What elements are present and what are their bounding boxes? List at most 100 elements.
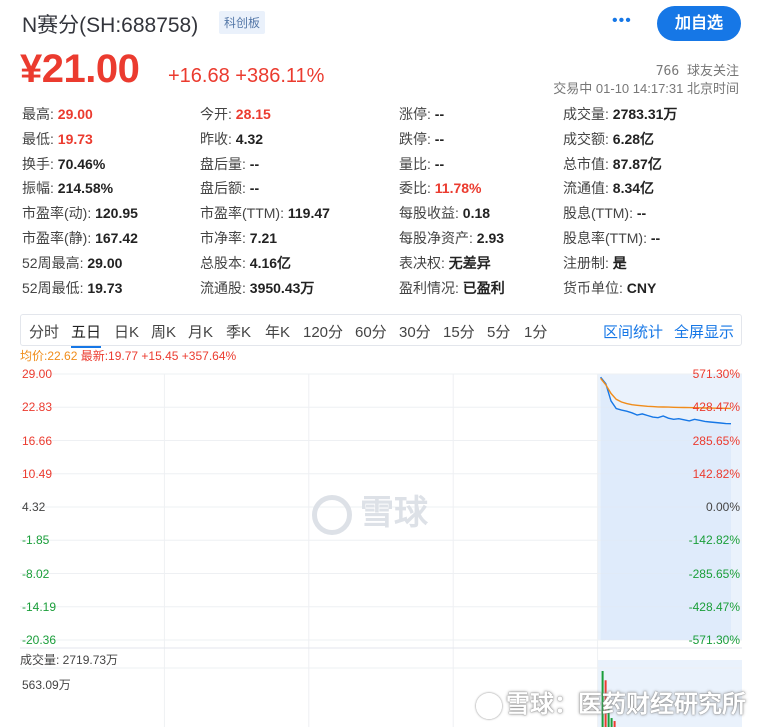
y-tick-right: -142.82% xyxy=(688,533,740,548)
quote-grid: 最高: 29.00 今开: 28.15 涨停: -- 成交量: 2783.31万 最低:… xyxy=(22,104,752,302)
quote-value: 19.73 xyxy=(83,279,123,296)
quote-row: 52周最高: 29.00 总股本: 4.16亿 表决权: 无差异 注册制: 是 xyxy=(22,253,752,278)
trade-status: 交易中 01-10 14:17:31 北京时间 xyxy=(553,81,739,96)
quote-label: 52周最高: xyxy=(22,254,84,271)
period-tab[interactable]: 120分 xyxy=(303,321,343,342)
y-tick-right: 428.47% xyxy=(692,400,740,415)
quote-label: 今开: xyxy=(200,106,232,122)
quote-cell: 表决权: 无差异 xyxy=(399,253,491,273)
fullscreen-link[interactable]: 全屏显示 xyxy=(674,321,734,342)
quote-cell: 换手: 70.46% xyxy=(22,154,105,174)
quote-value: 8.34亿 xyxy=(608,180,655,197)
quote-label: 盘后额: xyxy=(200,180,246,197)
y-tick-left: 4.32 xyxy=(22,500,46,514)
quote-value: 120.95 xyxy=(91,205,138,222)
stock-name: N赛分(SH:688758) xyxy=(22,14,199,37)
period-tab[interactable]: 分时 xyxy=(29,321,59,342)
followers-count[interactable]: 766 球友关注 xyxy=(656,60,739,79)
quote-label: 振幅: xyxy=(22,180,54,197)
y-tick-right: 0.00% xyxy=(705,500,740,514)
quote-value: 4.32 xyxy=(231,130,264,147)
quote-cell: 每股收益: 0.18 xyxy=(399,203,490,223)
quote-label: 盈利情况: xyxy=(399,279,459,296)
quote-cell: 量比: -- xyxy=(399,154,444,174)
stock-header: N赛分(SH:688758) 科创板 ••• 加自选 xyxy=(0,0,774,46)
quote-value: 2.93 xyxy=(472,229,505,246)
quote-value: 29.00 xyxy=(83,254,123,271)
market-badge[interactable]: 科创板 xyxy=(219,11,266,34)
quote-label: 股息率(TTM): xyxy=(563,229,647,246)
quote-value: -- xyxy=(632,205,647,222)
y-tick-right: -571.30% xyxy=(688,633,740,647)
y-tick-left: 22.83 xyxy=(22,400,53,415)
quote-cell: 总市值: 87.87亿 xyxy=(563,154,662,174)
quote-label: 最高: xyxy=(22,106,54,122)
quote-cell: 盘后额: -- xyxy=(200,178,259,198)
quote-label: 流通值: xyxy=(563,180,609,197)
quote-row: 最低: 19.73 昨收: 4.32 跌停: -- 成交额: 6.28亿 xyxy=(22,129,752,154)
period-tab[interactable]: 30分 xyxy=(399,321,431,342)
chart-canvas[interactable] xyxy=(0,360,774,727)
quote-cell: 最低: 19.73 xyxy=(22,129,93,149)
range-stats-link[interactable]: 区间统计 xyxy=(603,321,663,342)
quote-cell: 52周最低: 19.73 xyxy=(22,278,122,298)
quote-value: 0.18 xyxy=(458,205,491,222)
more-dots-icon[interactable]: ••• xyxy=(612,12,632,30)
period-tab[interactable]: 周K xyxy=(151,321,176,342)
volume-max-tick: 563.09万 xyxy=(22,678,71,692)
y-tick-right: 285.65% xyxy=(692,433,740,448)
period-tab[interactable]: 季K xyxy=(226,321,251,342)
y-tick-left: 16.66 xyxy=(22,433,53,448)
quote-label: 市盈率(TTM): xyxy=(200,205,284,222)
quote-cell: 货币单位: CNY xyxy=(563,278,656,298)
period-tab[interactable]: 60分 xyxy=(355,321,387,342)
period-tab[interactable]: 日K xyxy=(114,321,139,342)
period-tab[interactable]: 15分 xyxy=(443,321,475,342)
quote-cell: 跌停: -- xyxy=(399,129,444,149)
quote-label: 总市值: xyxy=(563,155,609,172)
y-tick-right: 142.82% xyxy=(692,466,740,481)
y-tick-left: -14.19 xyxy=(22,599,57,614)
quote-row: 最高: 29.00 今开: 28.15 涨停: -- 成交量: 2783.31万 xyxy=(22,104,752,129)
quote-label: 跌停: xyxy=(399,130,431,147)
quote-label: 盘后量: xyxy=(200,155,246,172)
volume-bar xyxy=(610,718,613,727)
y-tick-right: -428.47% xyxy=(688,599,740,614)
quote-cell: 今开: 28.15 xyxy=(200,104,271,124)
quote-value: -- xyxy=(430,106,445,122)
quote-value: 214.58% xyxy=(53,180,114,197)
period-tab[interactable]: 1分 xyxy=(524,321,547,342)
quote-value: 11.78% xyxy=(430,180,482,197)
add-watchlist-button[interactable]: 加自选 xyxy=(657,6,741,41)
quote-value: 4.16亿 xyxy=(245,254,292,271)
period-tab[interactable]: 五日 xyxy=(71,321,102,348)
quote-value: 3950.43万 xyxy=(245,279,315,296)
quote-label: 成交额: xyxy=(563,130,609,147)
period-tab[interactable]: 年K xyxy=(265,321,290,342)
period-tab[interactable]: 月K xyxy=(188,321,213,342)
volume-bar xyxy=(613,721,616,727)
quote-cell: 市盈率(静): 167.42 xyxy=(22,228,138,248)
quote-value: 70.46% xyxy=(53,155,106,172)
quote-cell: 总股本: 4.16亿 xyxy=(200,253,291,273)
quote-label: 成交量: xyxy=(563,106,609,122)
quote-cell: 市盈率(动): 120.95 xyxy=(22,203,138,223)
quote-label: 注册制: xyxy=(563,254,609,271)
quote-label: 市盈率(动): xyxy=(22,205,92,222)
quote-cell: 最高: 29.00 xyxy=(22,104,93,124)
quote-label: 量比: xyxy=(399,155,431,172)
period-tab-bar: 分时 五日 日K 周K 月K 季K 年K 120分 60分 30分 15分 5分 1分 区间统计 全屏显示 xyxy=(20,314,742,348)
quote-value: 已盈利 xyxy=(458,279,505,296)
quote-cell: 委比: 11.78% xyxy=(399,178,482,198)
y-tick-left: -20.36 xyxy=(22,633,57,647)
quote-value: 19.73 xyxy=(53,130,93,147)
quote-value: -- xyxy=(245,155,260,172)
quote-row: 市盈率(静): 167.42 市净率: 7.21 每股净资产: 2.93 股息率(TT… xyxy=(22,228,752,253)
quote-label: 换手: xyxy=(22,155,54,172)
quote-value: 7.21 xyxy=(245,229,278,246)
quote-cell: 注册制: 是 xyxy=(563,253,627,273)
quote-value: 是 xyxy=(608,254,627,271)
quote-label: 股息(TTM): xyxy=(563,205,633,222)
price-chart[interactable]: 29.00 571.30% 22.83 428.47% 16.66 285.65% 10.4… xyxy=(0,360,774,727)
period-tab[interactable]: 5分 xyxy=(487,321,510,342)
